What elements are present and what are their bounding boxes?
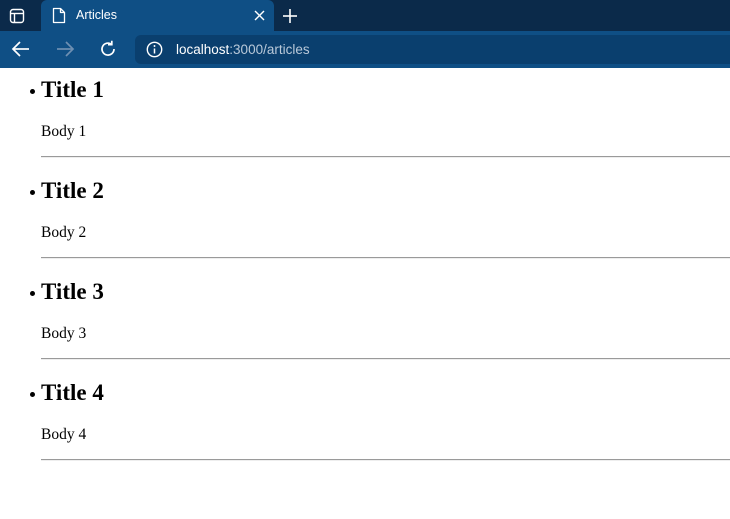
article-body: Body 1 [41, 123, 87, 140]
document-icon [52, 7, 66, 24]
refresh-icon[interactable] [95, 38, 121, 60]
list-bullet [30, 89, 35, 94]
article-title: Title 1 [41, 77, 104, 102]
list-bullet [30, 190, 35, 195]
article-title: Title 3 [41, 279, 104, 304]
article-body: Body 2 [41, 224, 87, 241]
list-bullet [30, 392, 35, 397]
back-arrow-icon[interactable] [8, 38, 34, 60]
article-divider [41, 156, 730, 158]
list-bullet [30, 291, 35, 296]
article-divider [41, 358, 730, 360]
article-body: Body 3 [41, 325, 87, 342]
article-item: Title 2 Body 2 [0, 169, 730, 270]
tab-title: Articles [76, 8, 117, 22]
close-tab-icon[interactable] [252, 8, 266, 22]
url-text: localhost:3000/articles [176, 42, 310, 57]
article-item: Title 1 Body 1 [0, 68, 730, 169]
article-body: Body 4 [41, 426, 87, 443]
article-divider [41, 459, 730, 461]
article-divider [41, 257, 730, 259]
url-path: :3000/articles [229, 42, 310, 57]
article-title: Title 4 [41, 380, 104, 405]
tab-strip: Articles [0, 0, 730, 31]
forward-arrow-icon[interactable] [52, 38, 78, 60]
article-item: Title 3 Body 3 [0, 270, 730, 371]
tab-actions-icon[interactable] [8, 7, 26, 25]
article-item: Title 4 Body 4 [0, 371, 730, 472]
page-content: Title 1 Body 1 Title 2 Body 2 Title 3 Bo… [0, 68, 730, 519]
article-title: Title 2 [41, 178, 104, 203]
article-list: Title 1 Body 1 Title 2 Body 2 Title 3 Bo… [0, 68, 730, 472]
address-bar[interactable]: localhost:3000/articles [135, 35, 730, 64]
url-host: localhost [176, 42, 230, 57]
tab-articles[interactable]: Articles [41, 0, 274, 31]
navigation-toolbar: localhost:3000/articles [0, 31, 730, 68]
site-info-icon[interactable] [146, 41, 163, 58]
new-tab-plus-icon[interactable] [280, 6, 300, 26]
